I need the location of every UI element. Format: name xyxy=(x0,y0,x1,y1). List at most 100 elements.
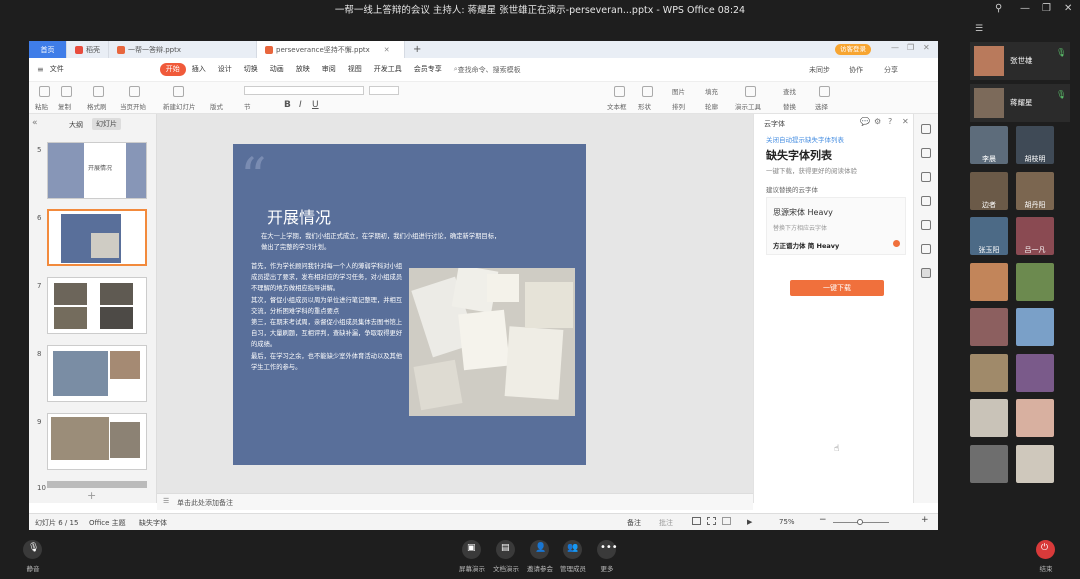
participant-tile[interactable] xyxy=(970,308,1008,346)
picture-button[interactable]: 图片 xyxy=(672,86,685,96)
layers-icon[interactable] xyxy=(921,244,931,254)
settings-icon[interactable]: ⚙ xyxy=(874,117,881,126)
select-icon[interactable] xyxy=(819,86,830,97)
pin-icon[interactable]: ⚲ xyxy=(995,3,1002,14)
normal-view-icon[interactable] xyxy=(692,517,701,525)
tab-doc-1[interactable]: 一帮一答辩.pptx xyxy=(109,41,257,58)
shape-icon[interactable] xyxy=(642,86,653,97)
help-icon[interactable]: ? xyxy=(888,117,892,126)
textbox-icon[interactable] xyxy=(614,86,625,97)
font-family-select[interactable] xyxy=(244,86,364,95)
notes-toggle[interactable]: 备注 xyxy=(627,518,641,528)
tab-doc-2[interactable]: perseverance坚持不懈.pptx ✕ xyxy=(257,41,405,58)
fill-button[interactable]: 填充 xyxy=(705,86,718,96)
download-badge-icon[interactable] xyxy=(893,240,900,247)
notes-placeholder[interactable]: 单击此处添加备注 xyxy=(177,498,233,508)
participant-tile-main-1[interactable]: 张世雄 🎙 xyxy=(970,42,1070,80)
command-search[interactable]: 查找命令、搜索模板 xyxy=(458,65,521,75)
doc-share-button[interactable]: ▤ xyxy=(496,540,515,559)
bold-icon[interactable]: B xyxy=(284,100,291,110)
zoom-out-icon[interactable]: − xyxy=(819,515,827,525)
outline-button[interactable]: 轮廓 xyxy=(705,101,718,111)
collaborate-button[interactable]: 协作 xyxy=(849,65,863,75)
format-painter-icon[interactable] xyxy=(93,86,104,97)
manage-members-button[interactable]: 👥 xyxy=(563,540,582,559)
participant-tile[interactable] xyxy=(1016,308,1054,346)
presentation-tools-icon[interactable] xyxy=(745,86,756,97)
new-slide-icon[interactable] xyxy=(173,86,184,97)
sync-status[interactable]: 未同步 xyxy=(809,65,830,75)
adjust-icon[interactable] xyxy=(921,148,931,158)
comment-toggle[interactable]: 批注 xyxy=(659,518,673,528)
hamburger-icon[interactable]: ≡ xyxy=(37,65,44,74)
menu-review[interactable]: 审阅 xyxy=(316,63,342,76)
zoom-in-icon[interactable]: + xyxy=(921,515,929,525)
tab-close-icon[interactable]: ✕ xyxy=(384,46,390,54)
login-button[interactable]: 访客登录 xyxy=(835,44,871,55)
zoom-slider-thumb[interactable] xyxy=(857,519,863,525)
window-minimize-icon[interactable]: — xyxy=(891,43,899,52)
copy-tool-icon[interactable] xyxy=(921,196,931,206)
font-card[interactable]: 思源宋体 Heavy 替换下方相应云字体 方正谱力体 简 Heavy xyxy=(766,197,906,255)
comment-icon[interactable]: 💬 xyxy=(860,117,870,126)
tab-docer[interactable]: 稻壳 xyxy=(67,41,109,58)
participant-tile[interactable]: 胡枝明 xyxy=(1016,126,1054,164)
close-auto-prompt-link[interactable]: 关闭自动提示缺失字体列表 xyxy=(766,134,844,144)
start-slideshow-icon[interactable] xyxy=(129,86,140,97)
participant-tile[interactable]: 张玉阳 xyxy=(970,217,1008,255)
font-tool-icon[interactable] xyxy=(921,268,931,278)
menu-animation[interactable]: 动画 xyxy=(264,63,290,76)
find-button[interactable]: 查找 xyxy=(783,86,796,96)
pin-tool-icon[interactable] xyxy=(921,172,931,182)
slide-body[interactable]: 首先，作为学长顾问我针对每一个人的薄弱学科对小组成员提出了要求，发布相对应的学习… xyxy=(251,261,403,373)
replace-button[interactable]: 替换 xyxy=(783,101,796,111)
participant-tile[interactable]: 李晨 xyxy=(970,126,1008,164)
arrange-button[interactable]: 排列 xyxy=(672,101,685,111)
member-list-icon[interactable]: ☰ xyxy=(975,24,983,34)
participant-tile[interactable]: 吕一凡 xyxy=(1016,217,1054,255)
one-click-download-button[interactable]: 一键下载 xyxy=(790,280,884,296)
copy-icon[interactable] xyxy=(61,86,72,97)
participant-tile[interactable] xyxy=(970,399,1008,437)
new-tab-icon[interactable]: + xyxy=(405,41,429,58)
slide-intro[interactable]: 在大一上学期，我们小组正式成立，在学期初，我们小组进行讨论，确定新学期目标，做出… xyxy=(261,231,501,253)
participant-tile[interactable]: 边者 xyxy=(970,171,1008,210)
current-slide[interactable]: “ 开展情况 在大一上学期，我们小组正式成立，在学期初，我们小组进行讨论，确定新… xyxy=(233,144,586,465)
play-icon[interactable]: ▶ xyxy=(747,518,752,526)
end-meeting-button[interactable]: ⏻ xyxy=(1036,540,1055,559)
slide-title[interactable]: 开展情况 xyxy=(267,204,331,228)
participant-tile[interactable] xyxy=(970,353,1008,392)
slide-thumbnail-9[interactable] xyxy=(47,413,147,470)
notebooks-photo[interactable] xyxy=(409,268,575,416)
slide-canvas[interactable]: “ 开展情况 在大一上学期，我们小组正式成立，在学期初，我们小组进行讨论，确定新… xyxy=(157,114,753,493)
maximize-icon[interactable]: ❐ xyxy=(1042,3,1051,14)
menu-file[interactable]: 文件 xyxy=(44,63,70,76)
sorter-view-icon[interactable] xyxy=(707,517,716,525)
collapse-pane-icon[interactable]: « xyxy=(32,118,38,128)
cloud-icon[interactable] xyxy=(921,124,931,134)
reading-view-icon[interactable] xyxy=(722,517,731,525)
participant-tile[interactable] xyxy=(970,262,1008,301)
share-button[interactable]: 分享 xyxy=(884,65,898,75)
slides-tab[interactable]: 幻灯片 xyxy=(92,118,121,130)
underline-icon[interactable]: U xyxy=(312,100,319,110)
font-size-select[interactable] xyxy=(369,86,399,95)
outline-tab[interactable]: 大纲 xyxy=(69,120,83,130)
menu-view[interactable]: 视图 xyxy=(342,63,368,76)
window-close-icon[interactable]: ✕ xyxy=(923,43,930,52)
participant-tile[interactable] xyxy=(1016,262,1054,301)
participant-tile-main-2[interactable]: 蒋耀星 🎙 xyxy=(970,84,1070,122)
close-icon[interactable]: ✕ xyxy=(1064,3,1072,14)
paste-icon[interactable] xyxy=(39,86,50,97)
minimize-icon[interactable]: — xyxy=(1020,3,1030,14)
zoom-value[interactable]: 75% xyxy=(779,518,795,526)
layout-button[interactable]: 版式 xyxy=(210,101,223,111)
participant-tile[interactable] xyxy=(1016,353,1054,392)
slide-thumbnail-5[interactable]: 开展情况 xyxy=(47,142,147,199)
panel-close-icon[interactable]: ✕ xyxy=(902,117,909,126)
missing-font-status[interactable]: 缺失字体 xyxy=(139,518,167,528)
participant-tile[interactable] xyxy=(970,444,1008,483)
section-button[interactable]: 节 xyxy=(244,101,251,111)
menu-member[interactable]: 会员专享 xyxy=(408,63,448,76)
notes-bar[interactable]: ☰ 单击此处添加备注 xyxy=(157,493,753,510)
